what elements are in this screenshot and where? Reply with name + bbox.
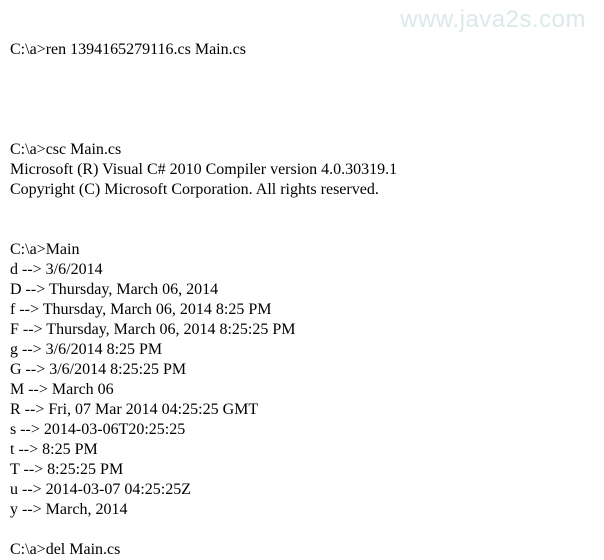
output-line-G: G --> 3/6/2014 8:25:25 PM: [10, 360, 594, 380]
output-line-D: D --> Thursday, March 06, 2014: [10, 280, 594, 300]
console-line-del: C:\a>del Main.cs: [10, 540, 594, 560]
output-line-f: f --> Thursday, March 06, 2014 8:25 PM: [10, 300, 594, 320]
output-line-M: M --> March 06: [10, 380, 594, 400]
output-line-s: s --> 2014-03-06T20:25:25: [10, 420, 594, 440]
output-line-F: F --> Thursday, March 06, 2014 8:25:25 P…: [10, 320, 594, 340]
console-line-ren: C:\a>ren 1394165279116.cs Main.cs: [10, 40, 594, 60]
spacer: [10, 60, 594, 140]
output-line-d: d --> 3/6/2014: [10, 260, 594, 280]
output-line-T: T --> 8:25:25 PM: [10, 460, 594, 480]
output-line-y: y --> March, 2014: [10, 500, 594, 520]
console-line-copyright: Copyright (C) Microsoft Corporation. All…: [10, 180, 594, 200]
console-line-main: C:\a>Main: [10, 240, 594, 260]
console-line-csc: C:\a>csc Main.cs: [10, 140, 594, 160]
console-line-compiler-version: Microsoft (R) Visual C# 2010 Compiler ve…: [10, 160, 594, 180]
output-line-R: R --> Fri, 07 Mar 2014 04:25:25 GMT: [10, 400, 594, 420]
output-line-t: t --> 8:25 PM: [10, 440, 594, 460]
watermark-text: www.java2s.com: [400, 6, 586, 34]
output-line-g: g --> 3/6/2014 8:25 PM: [10, 340, 594, 360]
output-line-u: u --> 2014-03-07 04:25:25Z: [10, 480, 594, 500]
spacer: [10, 200, 594, 240]
spacer: [10, 520, 594, 540]
